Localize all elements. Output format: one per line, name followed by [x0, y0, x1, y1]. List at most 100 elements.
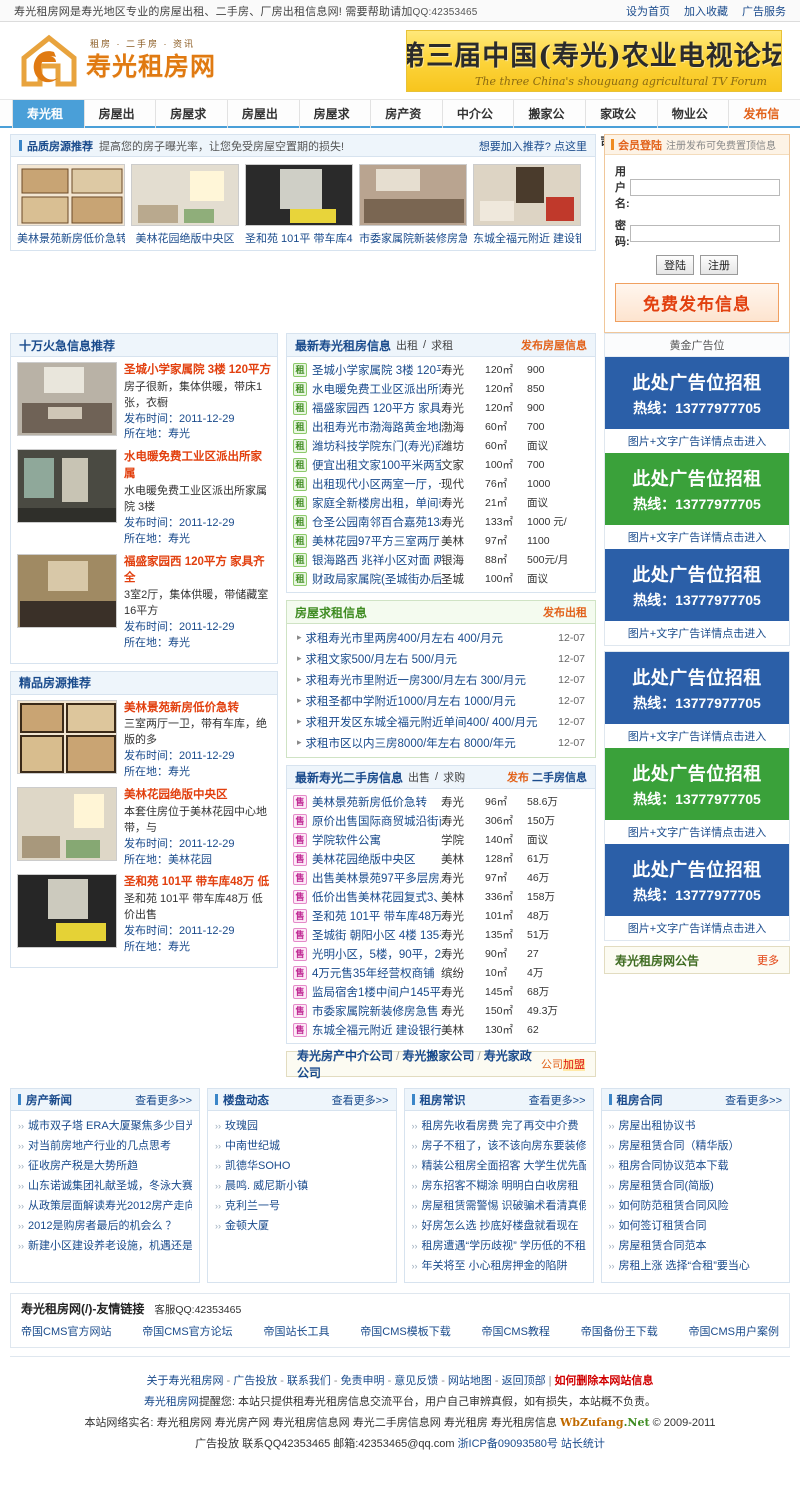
- list-item[interactable]: ››如何签订租赁合同: [609, 1216, 783, 1236]
- list-item-title[interactable]: 圣和苑 101平 带车库48万 低: [124, 874, 271, 891]
- list-item[interactable]: ››精装公租房全面招客 大学生优先配租: [412, 1156, 586, 1176]
- footer-back-to-top-link[interactable]: 返回顶部: [502, 1375, 546, 1387]
- list-item-title[interactable]: 美林景苑新房低价急转: [124, 700, 271, 717]
- friend-link[interactable]: 帝国CMS官方论坛: [142, 1323, 232, 1339]
- seek-title[interactable]: 求租寿光市里两房400/月左右 400/月元: [306, 630, 559, 646]
- featured-item[interactable]: 东城全福元附近 建设银: [473, 164, 581, 246]
- table-row[interactable]: 售东城全福元附近 建设银行小区1美林130㎡62: [293, 1020, 589, 1039]
- rent-tips-more-link[interactable]: 查看更多>>: [529, 1092, 586, 1108]
- listing-title[interactable]: 学院软件公寓: [312, 832, 441, 848]
- table-row[interactable]: 售美林花园绝版中央区美林128㎡61万: [293, 849, 589, 868]
- table-row[interactable]: 租美林花园97平方三室两厅出租美林97㎡1100: [293, 531, 589, 550]
- listing-title[interactable]: 潍坊科技学院东门(寿光)商铺低: [312, 438, 441, 454]
- list-item[interactable]: ››克利兰一号: [215, 1196, 389, 1216]
- list-item[interactable]: 圣城小学家属院 3楼 120平方 房子很新，集体供暖，带床1张，衣橱 发布时间：…: [17, 362, 271, 443]
- footer-remove-info-link[interactable]: 如何删除本网站信息: [554, 1375, 653, 1387]
- featured-item[interactable]: 市委家属院新装修房急售: [359, 164, 467, 246]
- list-item[interactable]: ▸求租开发区东城全福元附近单间400/ 400/月元12-07: [293, 711, 589, 732]
- footer-icp-link[interactable]: 浙ICP备09093580号: [458, 1438, 558, 1450]
- ad-footer-link[interactable]: 图片+文字广告详情点击进入: [605, 916, 789, 940]
- featured-caption[interactable]: 市委家属院新装修房急售: [359, 230, 467, 246]
- list-item[interactable]: ››房子不租了，该不该向房东要装修费: [412, 1136, 586, 1156]
- password-input[interactable]: [630, 225, 780, 242]
- table-row[interactable]: 售市委家属院新装修房急售寿光150㎡49.3万: [293, 1001, 589, 1020]
- listing-title[interactable]: 便宜出租文家100平米两室两厅精: [312, 457, 441, 473]
- nav-item-moving[interactable]: 搬家公司: [514, 100, 586, 128]
- nav-item-house-rent[interactable]: 房屋出租: [85, 100, 157, 128]
- property-thumbnail[interactable]: [17, 874, 117, 948]
- table-row[interactable]: 租潍坊科技学院东门(寿光)商铺低潍坊60㎡面议: [293, 436, 589, 455]
- property-thumbnail[interactable]: [131, 164, 239, 226]
- header-banner-ad[interactable]: 第三届中国(寿光)农业电视论坛 The three China's shougu…: [406, 30, 782, 92]
- list-item[interactable]: ››好房怎么选 抄底好楼盘就看现在: [412, 1216, 586, 1236]
- ad-banner[interactable]: 此处广告位招租 热线：13777977705: [605, 549, 789, 621]
- listing-title[interactable]: 仓圣公园南邻百合嘉苑138平米新: [312, 514, 441, 530]
- friend-link[interactable]: 帝国CMS模板下载: [360, 1323, 450, 1339]
- table-row[interactable]: 租财政局家属院(圣城街办后邻, 实圣城100㎡面议: [293, 569, 589, 588]
- property-thumbnail[interactable]: [17, 787, 117, 861]
- list-item[interactable]: ››凯德华SOHO: [215, 1156, 389, 1176]
- list-item[interactable]: ▸求租寿光市里两房400/月左右 400/月元12-07: [293, 627, 589, 648]
- table-row[interactable]: 租出租寿光市渤海路黄金地段2室一渤海60㎡700: [293, 417, 589, 436]
- list-item[interactable]: ▸求租寿光市里附近一房300/月左右 300/月元12-07: [293, 669, 589, 690]
- nav-item-post-info[interactable]: 发布信息: [729, 100, 800, 128]
- post-sale-link[interactable]: 发布 二手房信息: [507, 769, 587, 785]
- listing-title[interactable]: 原价出售国际商贸城沿街商品房: [312, 813, 441, 829]
- list-item[interactable]: ››山东诺诚集团礼献圣城，冬泳大赛, 全: [18, 1176, 192, 1196]
- listing-title[interactable]: 东城全福元附近 建设银行小区1: [312, 1022, 441, 1038]
- table-row[interactable]: 租福盛家园西 120平方 家具齐全出寿光120㎡900: [293, 398, 589, 417]
- listing-title[interactable]: 福盛家园西 120平方 家具齐全出: [312, 400, 441, 416]
- list-item[interactable]: ››中南世纪城: [215, 1136, 389, 1156]
- listing-title[interactable]: 圣城小学家属院 3楼 120平方 家: [312, 362, 441, 378]
- featured-item[interactable]: 美林花园绝版中央区: [131, 164, 239, 246]
- table-row[interactable]: 租家庭全新楼房出租，单间带独立寿光21㎡面议: [293, 493, 589, 512]
- seek-title[interactable]: 求租圣都中学附近1000/月左右 1000/月元: [306, 693, 559, 709]
- listing-title[interactable]: 低价出售美林花园复式3、4、5房: [312, 889, 441, 905]
- nav-item-news[interactable]: 房产资讯: [371, 100, 443, 128]
- list-item[interactable]: ››房屋租赁合同范本: [609, 1236, 783, 1256]
- ad-banner[interactable]: 此处广告位招租 热线：13777977705: [605, 453, 789, 525]
- news-more-link[interactable]: 查看更多>>: [135, 1092, 192, 1108]
- table-row[interactable]: 售监局宿舍1楼中间户145平带车库寿光145㎡68万: [293, 982, 589, 1001]
- add-favorite-link[interactable]: 加入收藏: [684, 3, 728, 19]
- footer-sitemap-link[interactable]: 网站地图: [448, 1375, 492, 1387]
- table-row[interactable]: 售低价出售美林花园复式3、4、5房美林336㎡158万: [293, 887, 589, 906]
- property-thumbnail[interactable]: [17, 449, 117, 523]
- list-item[interactable]: ››房租上涨 选择“合租”要当心: [609, 1256, 783, 1276]
- footer-disclaimer-link[interactable]: 免责申明: [341, 1375, 385, 1387]
- featured-join-link[interactable]: 想要加入推荐? 点这里: [479, 138, 587, 154]
- listing-title[interactable]: 出租现代小区两室一厅，一楼76: [312, 476, 441, 492]
- list-item[interactable]: ››城市双子塔 ERA大厦聚焦多少目光: [18, 1116, 192, 1136]
- ad-service-link[interactable]: 广告服务: [742, 3, 786, 19]
- property-thumbnail[interactable]: [17, 164, 125, 226]
- company-join-link[interactable]: 公司加盟: [541, 1056, 585, 1072]
- list-item[interactable]: 美林景苑新房低价急转 三室两厅一卫，带有车库，绝版的多 发布时间：2011-12…: [17, 700, 271, 781]
- list-item-title[interactable]: 水电暖免费工业区派出所家属: [124, 449, 271, 482]
- featured-caption[interactable]: 东城全福元附近 建设银: [473, 230, 581, 246]
- moving-company-link[interactable]: 寿光搬家公司: [402, 1049, 474, 1063]
- filter-buy-wanted[interactable]: 求购: [443, 769, 465, 785]
- table-row[interactable]: 售圣和苑 101平 带车库48万 低价寿光101㎡48万: [293, 906, 589, 925]
- friend-link[interactable]: 帝国CMS用户案例: [689, 1323, 779, 1339]
- list-item[interactable]: ››租房遭遇“学历歧视” 学历低的不租: [412, 1236, 586, 1256]
- property-thumbnail[interactable]: [473, 164, 581, 226]
- list-item[interactable]: ››租房合同协议范本下载: [609, 1156, 783, 1176]
- list-item[interactable]: ▸求租文家500/月左右 500/月元12-07: [293, 648, 589, 669]
- ad-banner[interactable]: 此处广告位招租 热线：13777977705: [605, 844, 789, 916]
- featured-item[interactable]: 圣和苑 101平 带车库48: [245, 164, 353, 246]
- table-row[interactable]: 售光明小区，5楼，90平，27万寿光90㎡27: [293, 944, 589, 963]
- list-item[interactable]: ▸求租市区以内三房8000/年左右 8000/年元12-07: [293, 732, 589, 753]
- nav-item-house-sale[interactable]: 房屋出售: [228, 100, 300, 128]
- table-row[interactable]: 售学院软件公寓学院140㎡面议: [293, 830, 589, 849]
- seek-title[interactable]: 求租文家500/月左右 500/月元: [306, 651, 559, 667]
- list-item[interactable]: ››从政策层面解读寿光2012房产走向: [18, 1196, 192, 1216]
- nav-item-housekeeping[interactable]: 家政公司: [586, 100, 658, 128]
- property-floorplan-thumbnail[interactable]: [17, 700, 117, 774]
- list-item[interactable]: ››房屋出租协议书: [609, 1116, 783, 1136]
- listing-title[interactable]: 美林花园绝版中央区: [312, 851, 441, 867]
- footer-about-link[interactable]: 关于寿光租房网: [147, 1375, 224, 1387]
- friend-link[interactable]: 帝国CMS官方网站: [21, 1323, 111, 1339]
- property-thumbnail[interactable]: [245, 164, 353, 226]
- list-item[interactable]: 水电暖免费工业区派出所家属 水电暖免费工业区派出所家属院 3楼 发布时间：201…: [17, 449, 271, 547]
- list-item-title[interactable]: 福盛家园西 120平方 家具齐全: [124, 554, 271, 587]
